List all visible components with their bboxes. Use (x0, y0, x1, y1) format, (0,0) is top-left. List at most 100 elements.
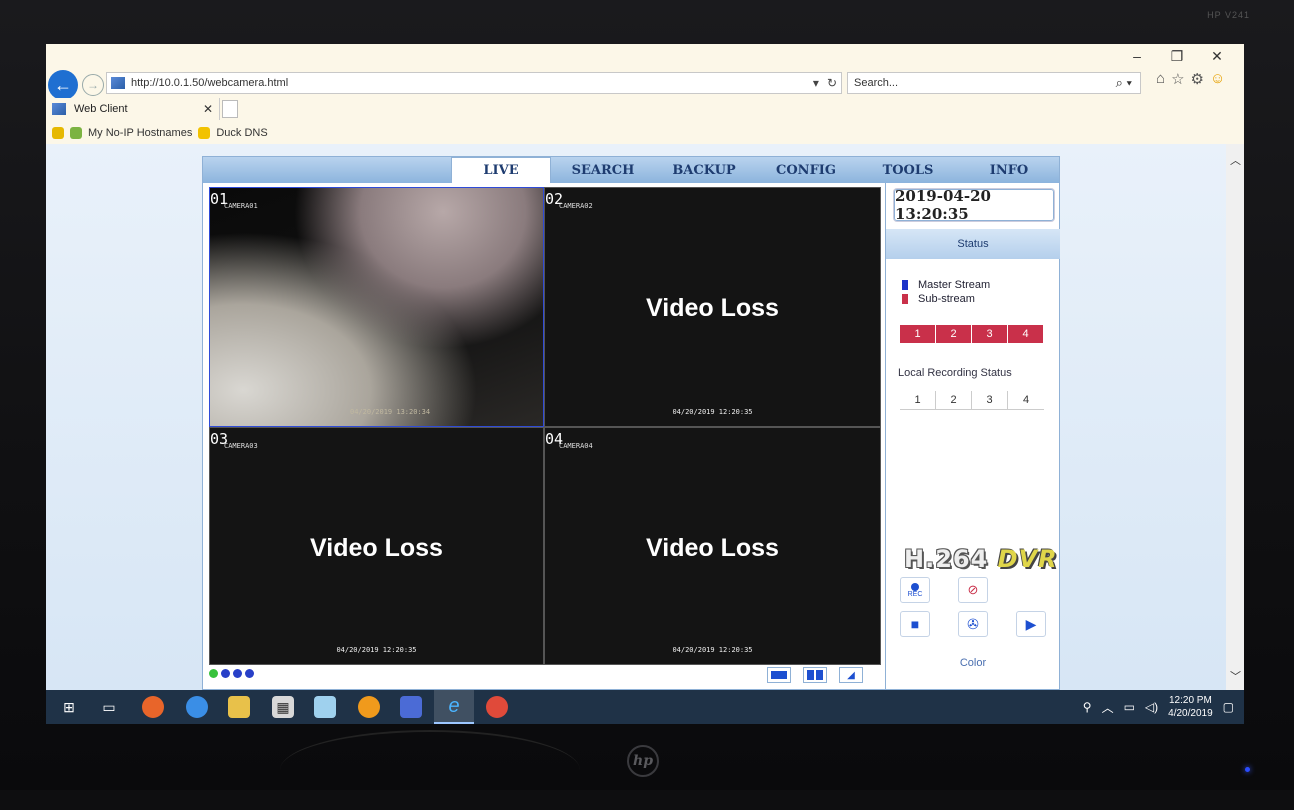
tab-favicon-icon (52, 103, 66, 115)
tab-search[interactable]: SEARCH (553, 157, 653, 183)
chrome-icon[interactable] (486, 696, 508, 718)
search-icon[interactable]: ⌕ ▾ (1116, 75, 1132, 91)
play-button[interactable]: ▶ (1016, 611, 1046, 637)
h264-dvr-logo: H.264 DVR (904, 545, 1058, 573)
taskbar-clock[interactable]: 12:20 PM 4/20/2019 (1168, 694, 1213, 720)
site-favicon-icon (111, 77, 125, 89)
legend-master-label: Master Stream (918, 279, 991, 291)
camera-timestamp: 04/20/2019 12:20:35 (672, 646, 753, 654)
browser-toolbar-icons: ⌂ ☆ ⚙ ☺ (1156, 70, 1225, 88)
camera-cell-04[interactable]: 04 CAMERA04 Video Loss 04/20/2019 12:20:… (544, 427, 881, 665)
settings-gear-icon[interactable]: ⚙ (1191, 70, 1204, 88)
monitor-model-label: HP V241 (1207, 10, 1250, 20)
duckdns-favicon-icon (198, 127, 211, 139)
recording-status-label: Local Recording Status (898, 367, 1012, 379)
taskbar-time: 12:20 PM (1169, 695, 1212, 706)
internet-explorer-icon[interactable]: e (434, 690, 474, 724)
close-window-button[interactable]: ✕ (1208, 48, 1226, 65)
favorites-star-icon[interactable]: ☆ (1171, 70, 1184, 88)
address-bar[interactable]: http://10.0.1.50/webcamera.html ▾ ↻ (106, 72, 842, 94)
camera-name: CAMERA01 (224, 202, 258, 210)
record-button[interactable]: REC (900, 577, 930, 603)
legend-sub-label: Sub-stream (918, 293, 975, 305)
system-tray: ⚲ ︿ ▭ ◁) 12:20 PM 4/20/2019 ▢ (1083, 690, 1234, 724)
camera-cell-01[interactable]: 01 CAMERA01 04/20/2019 13:20:34 (209, 187, 544, 427)
vertical-scrollbar[interactable]: ︿ ﹀ (1226, 144, 1244, 690)
firefox-icon[interactable] (142, 696, 164, 718)
talk-mute-button[interactable]: ⊘ (958, 577, 988, 603)
home-icon[interactable]: ⌂ (1156, 70, 1165, 88)
tab-tools[interactable]: TOOLS (857, 157, 959, 183)
cloud-app-icon[interactable] (186, 696, 208, 718)
remote-desktop-icon[interactable] (400, 696, 422, 718)
record-local-button[interactable]: ✇ (958, 611, 988, 637)
status-dot-icon (221, 669, 230, 678)
status-panel: 2019-04-20 13:20:35 Status Master Stream… (885, 183, 1060, 689)
monitor-bezel: HP V241 hp – ❐ ✕ ← → http://10.0.1.50/we… (0, 0, 1294, 790)
stream-channel-2: 2 (936, 325, 971, 343)
url-text: http://10.0.1.50/webcamera.html (131, 77, 289, 89)
action-center-icon[interactable]: ▢ (1223, 700, 1234, 714)
dropdown-icon[interactable]: ▾ (813, 76, 819, 90)
people-icon[interactable]: ⚲ (1083, 700, 1092, 714)
single-view-button[interactable] (767, 667, 791, 683)
scroll-up-icon[interactable]: ︿ (1230, 152, 1241, 168)
start-windows-icon[interactable]: ⊞ (58, 696, 80, 718)
recording-channel-1: 1 (900, 391, 936, 409)
camera-icon: ■ (910, 616, 920, 632)
tab-web-client[interactable]: Web Client ✕ (46, 98, 220, 120)
hp-logo: hp (627, 745, 659, 777)
refresh-icon[interactable]: ↻ (827, 76, 837, 90)
video-loss-label: Video Loss (646, 294, 779, 322)
camera-name: CAMERA02 (559, 202, 593, 210)
feedback-smiley-icon[interactable]: ☺ (1210, 70, 1225, 88)
back-button[interactable]: ← (48, 70, 78, 100)
status-dot-icon (233, 669, 242, 678)
network-icon[interactable]: ▭ (1124, 700, 1135, 714)
task-view-icon[interactable]: ▭ (98, 696, 120, 718)
scroll-down-icon[interactable]: ﹀ (1230, 668, 1241, 684)
audio-button[interactable]: ◢ (839, 667, 863, 683)
snapshot-button[interactable]: ■ (900, 611, 930, 637)
camera-cell-03[interactable]: 03 CAMERA03 Video Loss 04/20/2019 12:20:… (209, 427, 544, 665)
search-input[interactable]: Search... ⌕ ▾ (847, 72, 1141, 94)
stream-channel-4: 4 (1008, 325, 1043, 343)
quad-view-icon (807, 670, 823, 680)
notes-app-icon[interactable] (314, 696, 336, 718)
layout-buttons: ◢ (767, 667, 863, 683)
tab-live[interactable]: LIVE (451, 157, 551, 183)
new-tab-button[interactable] (222, 100, 238, 118)
taskbar: ⊞ ▭ ▦ e ⚲ ︿ ▭ ◁) 12:20 PM 4/20/2019 ▢ (46, 690, 1244, 724)
video-loss-label: Video Loss (310, 534, 443, 562)
video-loss-label: Video Loss (646, 534, 779, 562)
close-tab-icon[interactable]: ✕ (203, 102, 213, 116)
tab-backup[interactable]: BACKUP (653, 157, 755, 183)
favorite-link-duckdns[interactable]: Duck DNS (216, 127, 267, 139)
recording-channel-3: 3 (972, 391, 1008, 409)
favorites-star-icon (52, 127, 64, 139)
forward-arrow-icon: → (87, 78, 99, 92)
restore-button[interactable]: ❐ (1168, 48, 1186, 65)
show-hidden-icons-chevron-icon[interactable]: ︿ (1102, 699, 1114, 716)
video-grid: 01 CAMERA01 04/20/2019 13:20:34 02 CAMER… (209, 187, 881, 665)
recording-channel-4: 4 (1022, 394, 1030, 406)
quad-view-button[interactable] (803, 667, 827, 683)
search-placeholder: Search... (854, 77, 899, 89)
browser-chrome: – ❐ ✕ ← → http://10.0.1.50/webcamera.htm… (46, 44, 1244, 144)
forward-button[interactable]: → (82, 74, 104, 96)
legend-sub: Sub-stream (902, 293, 975, 305)
file-explorer-icon[interactable] (228, 696, 250, 718)
favorite-link-noip[interactable]: My No-IP Hostnames (88, 127, 192, 139)
volume-icon[interactable]: ◁) (1145, 700, 1158, 714)
minimize-button[interactable]: – (1128, 48, 1146, 65)
recording-channel-2: 2 (936, 391, 972, 409)
cable (280, 730, 580, 810)
tab-info[interactable]: INFO (959, 157, 1059, 183)
color-button[interactable]: Color (886, 657, 1060, 669)
tab-config[interactable]: CONFIG (755, 157, 857, 183)
calculator-icon[interactable]: ▦ (272, 696, 294, 718)
camera-cell-02[interactable]: 02 CAMERA02 Video Loss 04/20/2019 12:20:… (544, 187, 881, 427)
status-header: Status (886, 229, 1060, 259)
media-app-icon[interactable] (358, 696, 380, 718)
recording-status-row: 1 2 3 4 (900, 391, 1044, 410)
